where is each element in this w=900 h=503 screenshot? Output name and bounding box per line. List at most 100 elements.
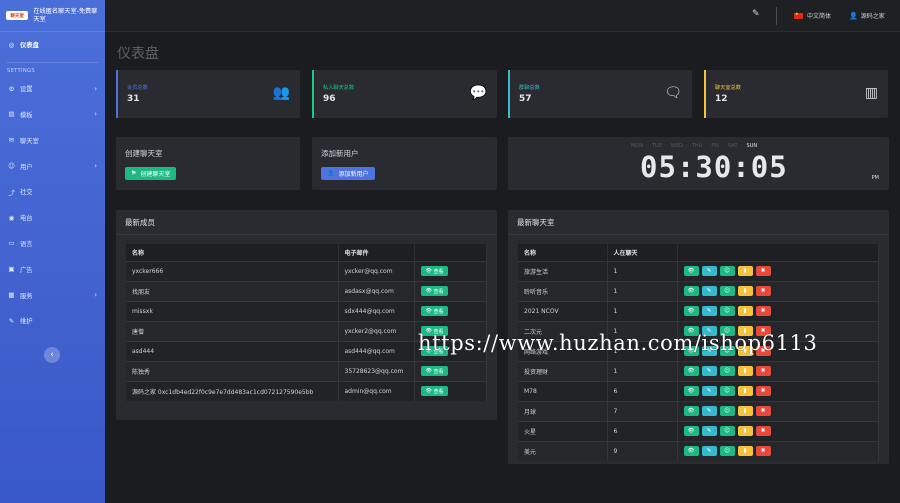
sidebar-item-server[interactable]: ▦ 服务 › [0,282,105,308]
clear-button[interactable]: ▮ [737,386,753,396]
column-header: 名称 [518,244,608,261]
eye-icon: 👁 [425,268,432,274]
edit-button[interactable]: ✎ [701,446,717,457]
clear-button[interactable]: ▮ [737,446,753,457]
member-email: 35728623@qq.com [338,360,415,381]
wrench-icon: ✎ [8,316,15,325]
delete-icon: ✖ [760,268,766,274]
delete-button[interactable]: ✖ [755,306,771,316]
users-icon: 👥 [272,85,290,101]
sidebar-item-label: 用户 [20,163,33,171]
sidebar-item-ads[interactable]: ▣ 广告 [0,256,105,282]
view-button[interactable]: 👁 [683,266,699,276]
sidebar-item-dashboard[interactable]: ◎ 仪表盘 [0,32,105,58]
view-button[interactable]: 👁 [683,386,699,396]
view-button[interactable]: 👁 [683,406,699,416]
view-button[interactable]: 👁 查看 [420,366,449,376]
sidebar-item-radio[interactable]: ◉ 电台 [0,205,105,231]
column-header [677,244,879,261]
edit-button[interactable]: ✎ [701,306,717,316]
table-row: 月球 7 👁 ✎ ☺ ▮ ✖ [518,400,879,421]
chevron-right-icon: › [94,162,97,171]
delete-button[interactable]: ✖ [755,446,771,457]
edit-button[interactable]: ✎ [701,266,717,276]
sidebar-item-template[interactable]: ▤ 模板 › [0,102,105,128]
user-menu[interactable]: 👤 源码之家 [849,11,885,21]
users-icon: ☺ [724,288,730,294]
edit-button[interactable]: ✎ [701,406,717,416]
sidebar-collapse-button[interactable]: ‹ [44,347,60,363]
language-selector[interactable]: 中文简体 [794,11,831,20]
brand[interactable]: 聊天室 在线匿名聊天室-免费聊天室 [0,0,105,32]
view-button[interactable]: 👁 [683,426,699,436]
members-button[interactable]: ☺ [719,306,735,316]
sidebar-item-label: 服务 [20,292,33,300]
add-user-button[interactable]: 👤 添加新用户 [321,167,375,180]
members-button[interactable]: ☺ [719,386,735,396]
table-row: M78 6 👁 ✎ ☺ ▮ ✖ [518,380,879,401]
clear-button[interactable]: ▮ [737,286,753,296]
eye-icon: 👁 [425,368,432,374]
view-button[interactable]: 👁 [683,286,699,296]
sidebar-item-wrench[interactable]: ✎ 维护 [0,308,105,334]
view-button[interactable]: 👁 [683,306,699,316]
members-button[interactable]: ☺ [719,286,735,296]
sidebar-item-gear[interactable]: ⚙ 设置 › [0,76,105,102]
sidebar-item-users[interactable]: ☺ 用户 › [0,153,105,179]
member-name: 唐僧 [126,320,339,341]
view-button[interactable]: 👁 查看 [420,286,449,296]
table-row: 源码之家 0xc1db4ed22f0c9e7e7dd483ac1cd072127… [126,380,487,401]
create-room-card: 创建聊天室 ⚑ 创建聊天室 [116,137,300,190]
members-button[interactable]: ☺ [719,426,735,436]
delete-button[interactable]: ✖ [755,406,771,416]
sidebar-item-label: 仪表盘 [20,42,39,50]
sidebar-item-share[interactable]: ⤴ 社交 [0,179,105,205]
clear-button[interactable]: ▮ [737,366,753,376]
table-row: yxcker666 yxcker@qq.com 👁 查看 [126,260,487,281]
building-icon: ▥ [864,85,878,101]
clear-button[interactable]: ▮ [737,266,753,276]
actions-cell: 👁 查看 [414,260,487,281]
members-button[interactable]: ☺ [719,266,735,276]
users-icon: ☺ [724,268,730,274]
edit-button[interactable]: ✎ [701,386,717,396]
clear-button[interactable]: ▮ [737,406,753,416]
actions-cell: 👁 ✎ ☺ ▮ ✖ [677,440,879,461]
members-button[interactable]: ☺ [719,366,735,376]
delete-button[interactable]: ✖ [755,366,771,376]
delete-button[interactable]: ✖ [755,286,771,296]
users-icon: ☺ [724,388,730,394]
delete-button[interactable]: ✖ [755,426,771,436]
view-button[interactable]: 👁 查看 [420,306,449,316]
trash-icon: ▮ [743,428,747,434]
clear-button[interactable]: ▮ [737,426,753,436]
member-name: asd444 [126,340,339,361]
view-button[interactable]: 👁 查看 [420,266,449,276]
members-button[interactable]: ☺ [719,406,735,416]
delete-button[interactable]: ✖ [755,386,771,396]
stat-card-members: 会员总数 31 👥 [116,70,300,118]
edit-button[interactable]: ✎ [701,426,717,436]
create-room-button[interactable]: ⚑ 创建聊天室 [125,167,177,180]
clear-button[interactable]: ▮ [737,306,753,316]
edit-icon: ✎ [706,448,712,455]
members-button[interactable]: ☺ [719,446,735,457]
view-button[interactable]: 👁 [683,366,699,376]
column-header [414,244,487,261]
card-title: 创建聊天室 [125,149,163,158]
table-header-row: 名称 人在聊天 [518,244,879,261]
sidebar-item-chat[interactable]: ✉ 聊天室 [0,127,105,153]
language-icon: ▭ [8,239,15,248]
clock-ampm: PM [871,175,879,181]
actions-cell: 👁 ✎ ☺ ▮ ✖ [677,400,879,421]
trash-icon: ▮ [743,308,747,314]
view-button[interactable]: 👁 [683,446,699,457]
edit-icon[interactable]: ✎ [752,9,764,21]
chevron-right-icon: › [94,84,97,93]
edit-button[interactable]: ✎ [701,366,717,376]
delete-button[interactable]: ✖ [755,266,771,276]
sidebar-item-language[interactable]: ▭ 语言 [0,231,105,257]
view-button[interactable]: 👁 查看 [420,386,449,397]
edit-button[interactable]: ✎ [701,286,717,296]
eye-icon: 👁 [425,288,432,294]
